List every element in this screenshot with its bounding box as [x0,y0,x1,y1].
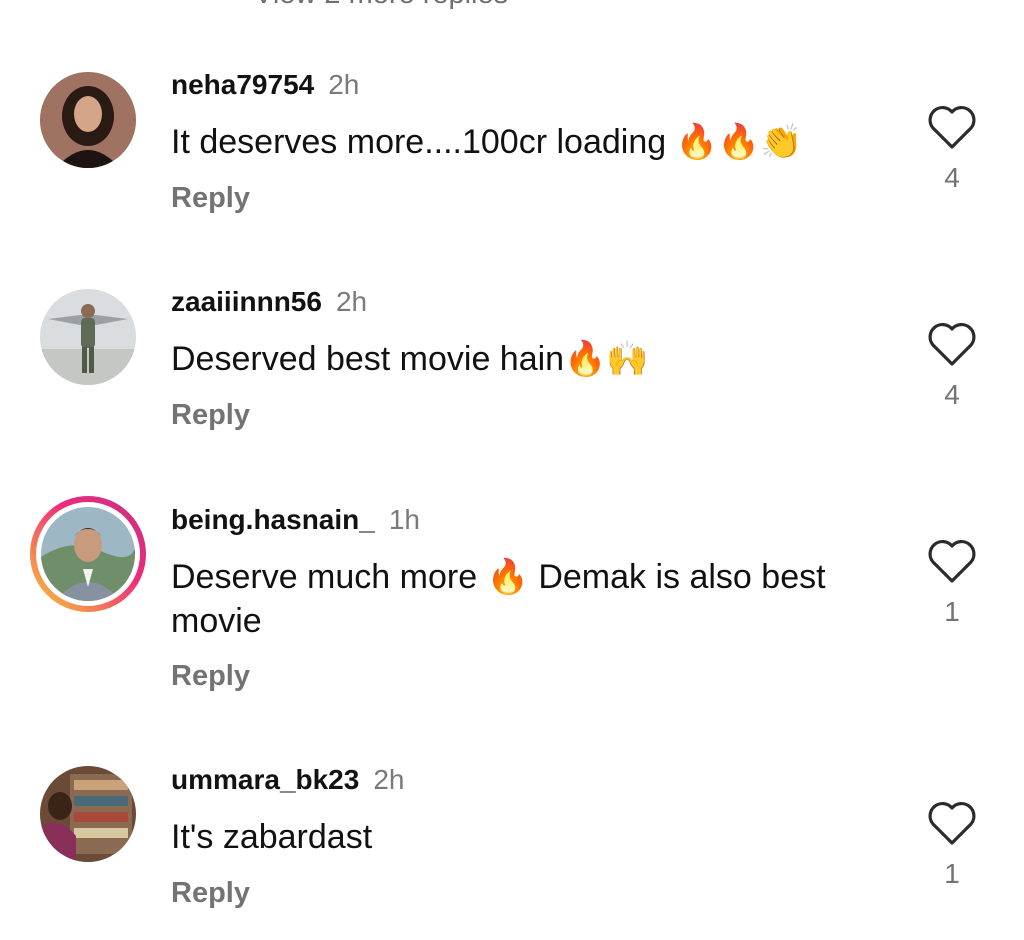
reply-button[interactable]: Reply [171,398,250,432]
username[interactable]: ummara_bk23 [171,764,359,795]
avatar-image [41,507,135,601]
like-control: 1 [926,537,978,629]
username[interactable]: neha79754 [171,69,314,100]
avatar-image [40,289,136,385]
avatar-image [40,72,136,168]
avatar [41,507,135,601]
like-count: 1 [944,858,960,889]
reply-button[interactable]: Reply [171,181,250,215]
timestamp: 2h [328,69,360,100]
username[interactable]: zaaiiinnn56 [171,286,322,317]
reply-button[interactable]: Reply [171,659,250,693]
like-control: 4 [926,320,978,412]
comment-text: It's zabardast [171,818,373,856]
avatar-story-ring[interactable] [30,496,146,612]
timestamp: 2h [373,764,405,795]
like-count: 1 [944,596,960,627]
comment-meta: ummara_bk23 2h [171,763,405,797]
reply-button[interactable]: Reply [171,876,250,910]
comment-meta: being.hasnain_ 1h [171,503,420,537]
comment-meta: zaaiiinnn56 2h [171,285,367,319]
like-control: 4 [926,103,978,195]
like-count: 4 [944,162,960,193]
avatar[interactable] [40,72,136,168]
view-more-replies-link[interactable]: View 2 more replies [254,0,508,11]
comment-meta: neha79754 2h [171,68,359,102]
avatar-image [40,766,136,862]
heart-outline-icon[interactable] [926,320,978,368]
username[interactable]: being.hasnain_ [171,504,375,535]
comment-text: It deserves more....100cr loading 🔥🔥👏 [171,123,803,161]
story-ring-gap [36,502,140,606]
timestamp: 1h [388,504,420,535]
avatar[interactable] [40,289,136,385]
like-count: 4 [944,379,960,410]
comment-text: Deserve much more 🔥 Demak is also best m… [171,558,826,640]
like-control: 1 [926,799,978,891]
heart-outline-icon[interactable] [926,537,978,585]
avatar[interactable] [40,766,136,862]
comment-text: Deserved best movie hain🔥🙌 [171,340,649,378]
heart-outline-icon[interactable] [926,799,978,847]
timestamp: 2h [335,286,368,317]
heart-outline-icon[interactable] [926,103,978,151]
